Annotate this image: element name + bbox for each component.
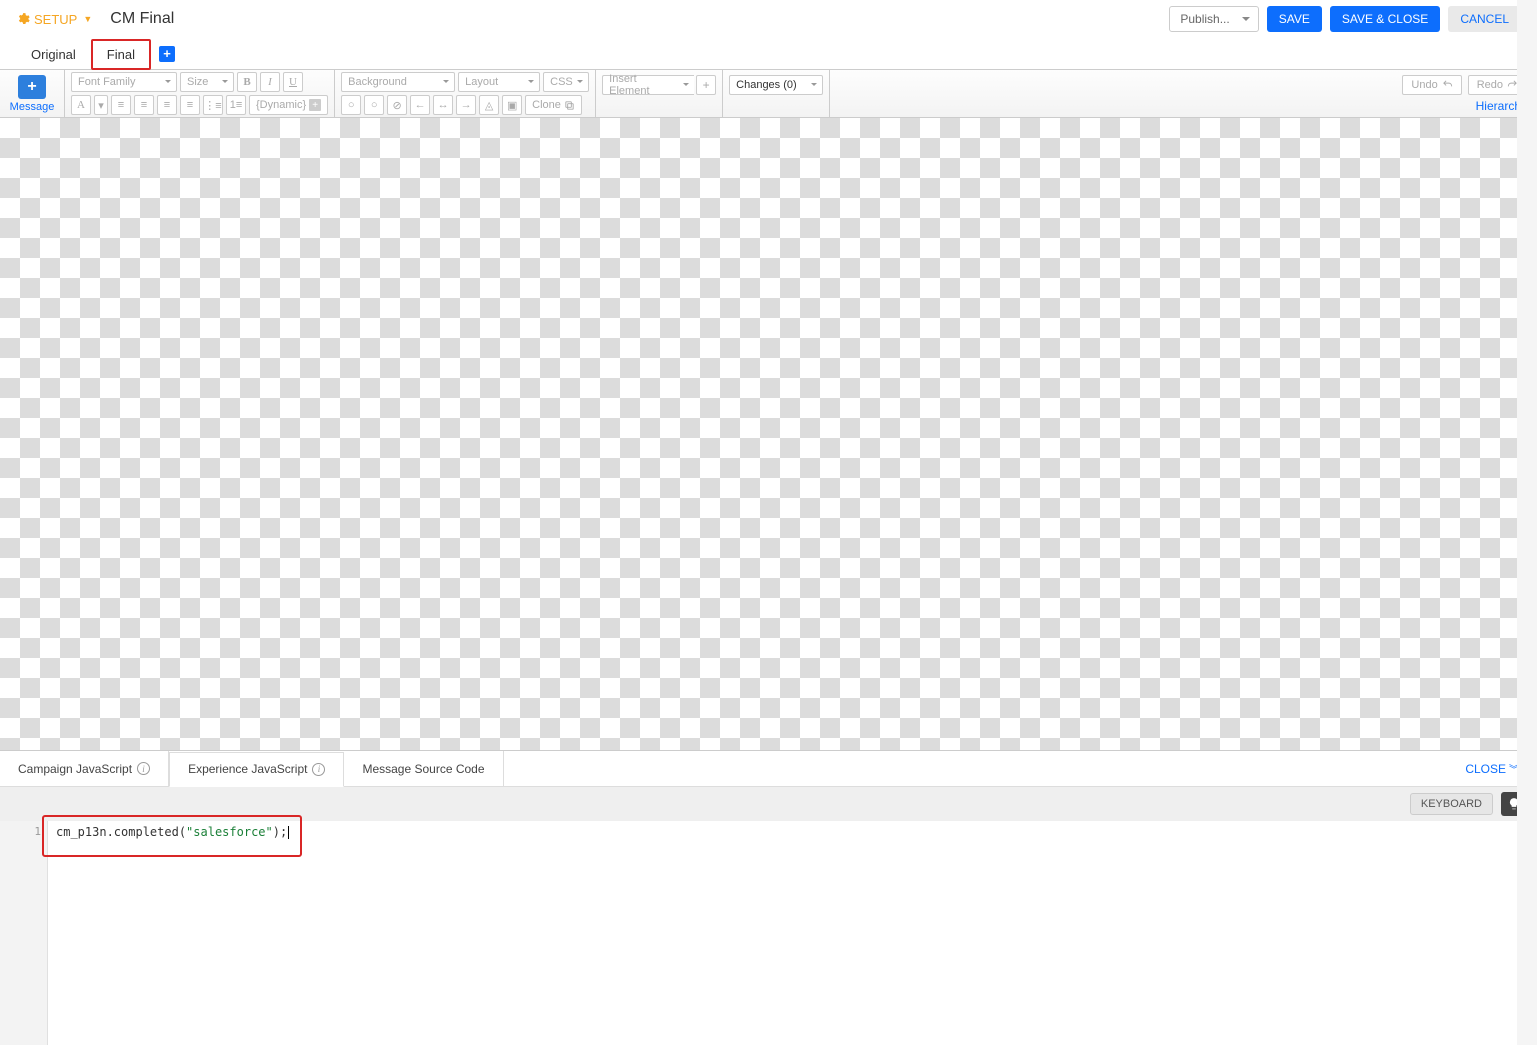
clone-button[interactable]: Clone <box>525 95 582 115</box>
editor-toolbar: + Message Font Family Size B I U A ▾ ≡ ≡… <box>0 70 1537 118</box>
changes-select[interactable]: Changes (0) <box>729 75 823 95</box>
canvas-checkerboard[interactable] <box>0 118 1537 750</box>
layout-select[interactable]: Layout <box>458 72 540 92</box>
page-title: CM Final <box>110 10 174 28</box>
setup-label: SETUP <box>34 12 77 27</box>
line-number: 1 <box>0 825 41 838</box>
style-icon1-button[interactable]: ◬ <box>479 95 499 115</box>
publish-dropdown[interactable]: Publish... <box>1169 6 1258 32</box>
align-left-button[interactable]: ≡ <box>111 95 131 115</box>
bottom-panel: Campaign JavaScript i Experience JavaScr… <box>0 751 1537 1045</box>
align-center-button[interactable]: ≡ <box>134 95 154 115</box>
line-gutter: 1 <box>0 821 48 1045</box>
code-content[interactable]: cm_p13n.completed("salesforce"); <box>48 821 1537 1045</box>
shape-circle-button[interactable]: ○ <box>341 95 361 115</box>
setup-link[interactable]: SETUP ▼ <box>16 12 92 27</box>
bottom-tabs: Campaign JavaScript i Experience JavaScr… <box>0 751 1537 787</box>
toolbar-style-group: Background Layout CSS ○ ○ ⊘ ← ↔ → ◬ ▣ Cl… <box>335 70 596 117</box>
keyboard-button[interactable]: KEYBOARD <box>1410 793 1493 815</box>
save-close-button[interactable]: SAVE & CLOSE <box>1330 6 1440 32</box>
insert-element-select[interactable]: Insert Element <box>602 75 694 95</box>
align-right-button[interactable]: ≡ <box>157 95 177 115</box>
css-select[interactable]: CSS <box>543 72 589 92</box>
add-tab-button[interactable]: + <box>159 46 175 62</box>
shape-circle2-button[interactable]: ○ <box>364 95 384 115</box>
toolbar-insert-group: Insert Element + <box>596 70 723 117</box>
tab-campaign-js[interactable]: Campaign JavaScript i <box>0 751 169 786</box>
toolbar-message-group: + Message <box>0 70 65 117</box>
style-icon2-button[interactable]: ▣ <box>502 95 522 115</box>
editor-mini-toolbar: KEYBOARD <box>0 787 1537 821</box>
caret-down-icon: ▼ <box>83 14 92 24</box>
bold-button[interactable]: B <box>237 72 257 92</box>
canvas-container <box>0 118 1537 751</box>
list-ul-button[interactable]: ⋮≡ <box>203 95 223 115</box>
tab-final[interactable]: Final <box>91 39 151 70</box>
header-bar: SETUP ▼ CM Final Publish... SAVE SAVE & … <box>0 0 1537 38</box>
text-cursor <box>288 826 289 839</box>
align-justify-button[interactable]: ≡ <box>180 95 200 115</box>
toolbar-font-group: Font Family Size B I U A ▾ ≡ ≡ ≡ ≡ ⋮≡ 1≡… <box>65 70 335 117</box>
message-plus-icon: + <box>18 75 46 99</box>
gear-icon <box>16 12 30 26</box>
info-icon[interactable]: i <box>312 763 325 776</box>
page-right-scrollbar[interactable] <box>1517 0 1537 1045</box>
list-ol-button[interactable]: 1≡ <box>226 95 246 115</box>
underline-button[interactable]: U <box>283 72 303 92</box>
close-panel-button[interactable]: CLOSE ︾ <box>1465 761 1519 776</box>
message-button[interactable]: + Message <box>6 75 58 113</box>
plus-icon: + <box>309 99 321 111</box>
editor-area: KEYBOARD 1 cm_p13n.completed("salesforce… <box>0 787 1537 1045</box>
undo-icon <box>1442 79 1453 90</box>
arrow-lr-button[interactable]: ↔ <box>433 95 453 115</box>
tab-experience-js[interactable]: Experience JavaScript i <box>169 752 344 787</box>
clone-icon <box>564 100 575 111</box>
text-color-button[interactable]: A <box>71 95 91 115</box>
toolbar-changes-group: Changes (0) <box>723 70 830 117</box>
shape-forbid-button[interactable]: ⊘ <box>387 95 407 115</box>
save-button[interactable]: SAVE <box>1267 6 1322 32</box>
code-editor[interactable]: 1 cm_p13n.completed("salesforce"); <box>0 821 1537 1045</box>
insert-element-plus[interactable]: + <box>696 75 716 95</box>
dynamic-content-button[interactable]: {Dynamic}+ <box>249 95 328 115</box>
italic-button[interactable]: I <box>260 72 280 92</box>
arrow-right-button[interactable]: → <box>456 95 476 115</box>
background-select[interactable]: Background <box>341 72 455 92</box>
tab-message-source[interactable]: Message Source Code <box>344 751 503 786</box>
font-size-select[interactable]: Size <box>180 72 234 92</box>
tab-original[interactable]: Original <box>16 40 91 68</box>
undo-button[interactable]: Undo <box>1402 75 1461 95</box>
toolbar-right-group: Undo Redo Hierarchy <box>1392 70 1537 117</box>
text-color-caret[interactable]: ▾ <box>94 95 108 115</box>
info-icon[interactable]: i <box>137 762 150 775</box>
code-line: cm_p13n.completed("salesforce"); <box>56 825 1529 839</box>
cancel-button[interactable]: CANCEL <box>1448 6 1521 32</box>
variant-tabs: Original Final + <box>0 38 1537 70</box>
arrow-left-button[interactable]: ← <box>410 95 430 115</box>
font-family-select[interactable]: Font Family <box>71 72 177 92</box>
